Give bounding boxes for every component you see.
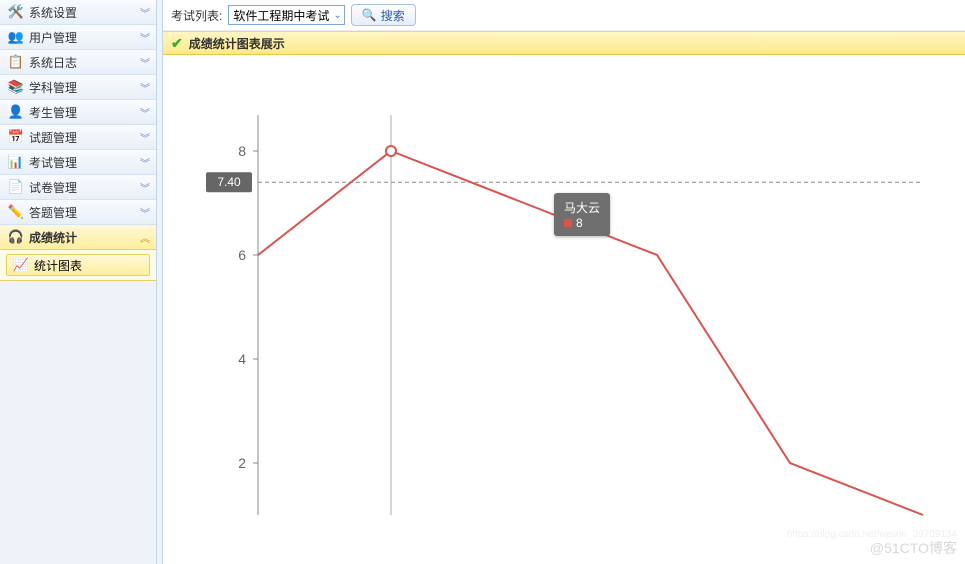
sidebar-item-score-stats[interactable]: 🎧 成绩统计 ︽ [0, 225, 156, 250]
tools-icon: 🛠️ [8, 4, 24, 20]
chart-area: 24687.40 马大云 8 https://blog.csdn.net/wei… [163, 55, 965, 564]
chevron-down-icon: ︾ [140, 55, 150, 70]
sidebar-submenu: 📈 统计图表 [0, 250, 156, 281]
magnifier-icon: 🔍 [362, 8, 377, 22]
sidebar-item-system-settings[interactable]: 🛠️ 系统设置 ︾ [0, 0, 156, 25]
svg-text:8: 8 [238, 143, 246, 159]
sidebar-item-label: 系统设置 [29, 4, 77, 21]
sidebar-item-paper-mgmt[interactable]: 📄 试卷管理 ︾ [0, 175, 156, 200]
sidebar-item-label: 考生管理 [29, 104, 77, 121]
panel-header: ✔ 成绩统计图表展示 [163, 31, 965, 55]
paper-icon: 📄 [8, 179, 24, 195]
check-icon: ✔ [171, 35, 183, 52]
sidebar-item-question-mgmt[interactable]: 📅 试题管理 ︾ [0, 125, 156, 150]
search-button[interactable]: 🔍 搜索 [351, 4, 416, 26]
topbar: 考试列表: 软件工程期中考试 ⌄ 🔍 搜索 [163, 0, 965, 31]
line-chart-icon: 📈 [13, 257, 29, 273]
watermark: @51CTO博客 [870, 538, 957, 558]
search-button-label: 搜索 [381, 7, 405, 24]
person-icon: 👤 [8, 104, 24, 120]
svg-text:6: 6 [238, 247, 246, 263]
chart-tooltip: 马大云 8 [554, 193, 610, 236]
chevron-up-icon: ︽ [140, 230, 150, 245]
tooltip-color-dot [564, 219, 572, 227]
sidebar: 🛠️ 系统设置 ︾ 👥 用户管理 ︾ 📋 系统日志 ︾ 📚 学科管理 ︾ 👤 考生管理 ︾… [0, 0, 157, 564]
sidebar-item-label: 用户管理 [29, 29, 77, 46]
sidebar-item-label: 试题管理 [29, 129, 77, 146]
tooltip-name: 马大云 [564, 199, 600, 216]
svg-text:7.40: 7.40 [217, 175, 241, 189]
sidebar-item-subject-mgmt[interactable]: 📚 学科管理 ︾ [0, 75, 156, 100]
sidebar-item-label: 考试管理 [29, 154, 77, 171]
tooltip-value: 8 [576, 216, 583, 230]
sidebar-item-user-mgmt[interactable]: 👥 用户管理 ︾ [0, 25, 156, 50]
sidebar-item-label: 系统日志 [29, 54, 77, 71]
sidebar-item-examinee-mgmt[interactable]: 👤 考生管理 ︾ [0, 100, 156, 125]
panel-title: 成绩统计图表展示 [189, 35, 285, 52]
chevron-down-icon: ︾ [140, 80, 150, 95]
pencil-icon: ✏️ [8, 204, 24, 220]
chevron-down-icon: ︾ [140, 205, 150, 220]
svg-text:2: 2 [238, 455, 246, 471]
exam-list-label: 考试列表: [171, 7, 222, 24]
sidebar-item-answer-mgmt[interactable]: ✏️ 答题管理 ︾ [0, 200, 156, 225]
users-icon: 👥 [8, 29, 24, 45]
sidebar-item-label: 成绩统计 [29, 229, 77, 246]
chevron-down-icon: ︾ [140, 5, 150, 20]
sidebar-item-system-log[interactable]: 📋 系统日志 ︾ [0, 50, 156, 75]
sidebar-item-exam-mgmt[interactable]: 📊 考试管理 ︾ [0, 150, 156, 175]
chevron-down-icon: ︾ [140, 180, 150, 195]
chevron-down-icon: ︾ [140, 155, 150, 170]
main-content: 考试列表: 软件工程期中考试 ⌄ 🔍 搜索 ✔ 成绩统计图表展示 2 4 6 8 7.4… [163, 0, 965, 564]
headphones-icon: 🎧 [8, 229, 24, 245]
chevron-down-icon: ︾ [140, 30, 150, 45]
chevron-down-icon: ⌄ [333, 10, 341, 21]
sidebar-item-label: 学科管理 [29, 79, 77, 96]
sidebar-sub-label: 统计图表 [34, 257, 82, 274]
chart-icon: 📊 [8, 154, 24, 170]
calendar-icon: 📅 [8, 129, 24, 145]
chevron-down-icon: ︾ [140, 105, 150, 120]
log-icon: 📋 [8, 54, 24, 70]
exam-dropdown[interactable]: 软件工程期中考试 ⌄ [228, 5, 344, 25]
book-icon: 📚 [8, 79, 24, 95]
sidebar-item-label: 试卷管理 [29, 179, 77, 196]
dropdown-value: 软件工程期中考试 [233, 7, 329, 24]
score-line-chart: 2 4 6 8 7.40 [163, 55, 963, 555]
sidebar-item-label: 答题管理 [29, 204, 77, 221]
svg-text:4: 4 [238, 351, 246, 367]
chevron-down-icon: ︾ [140, 130, 150, 145]
sidebar-sub-item-chart[interactable]: 📈 统计图表 [6, 254, 150, 276]
